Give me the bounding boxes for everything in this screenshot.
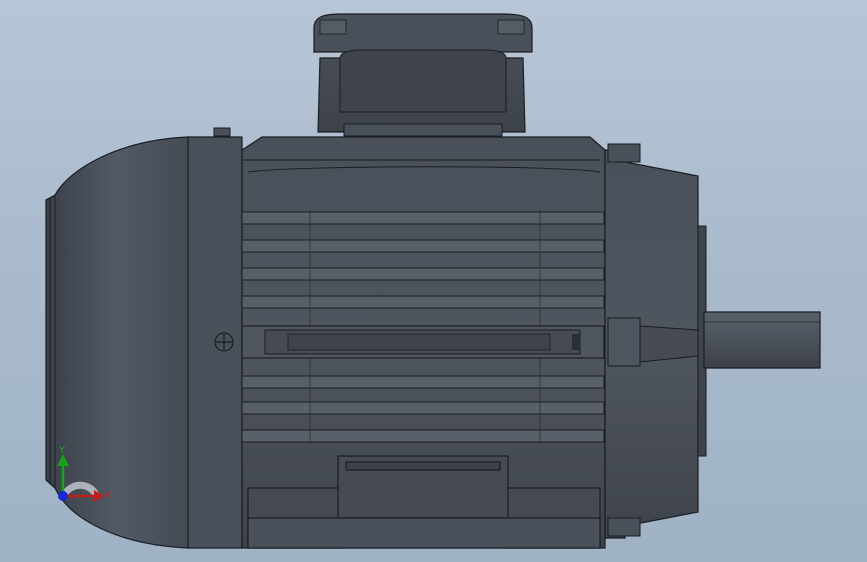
x-axis-label: X [104, 490, 111, 501]
electric-motor-model[interactable]: Y X [0, 0, 867, 562]
nameplate [241, 325, 605, 359]
terminal-box [313, 13, 533, 137]
z-axis-dot [58, 491, 68, 501]
ground-screw-icon [214, 332, 234, 352]
graphics-viewport[interactable]: Y X [0, 0, 867, 562]
motor-body [241, 136, 606, 549]
y-axis-label: Y [58, 445, 66, 456]
output-shaft [703, 311, 821, 369]
end-shield [604, 143, 707, 539]
